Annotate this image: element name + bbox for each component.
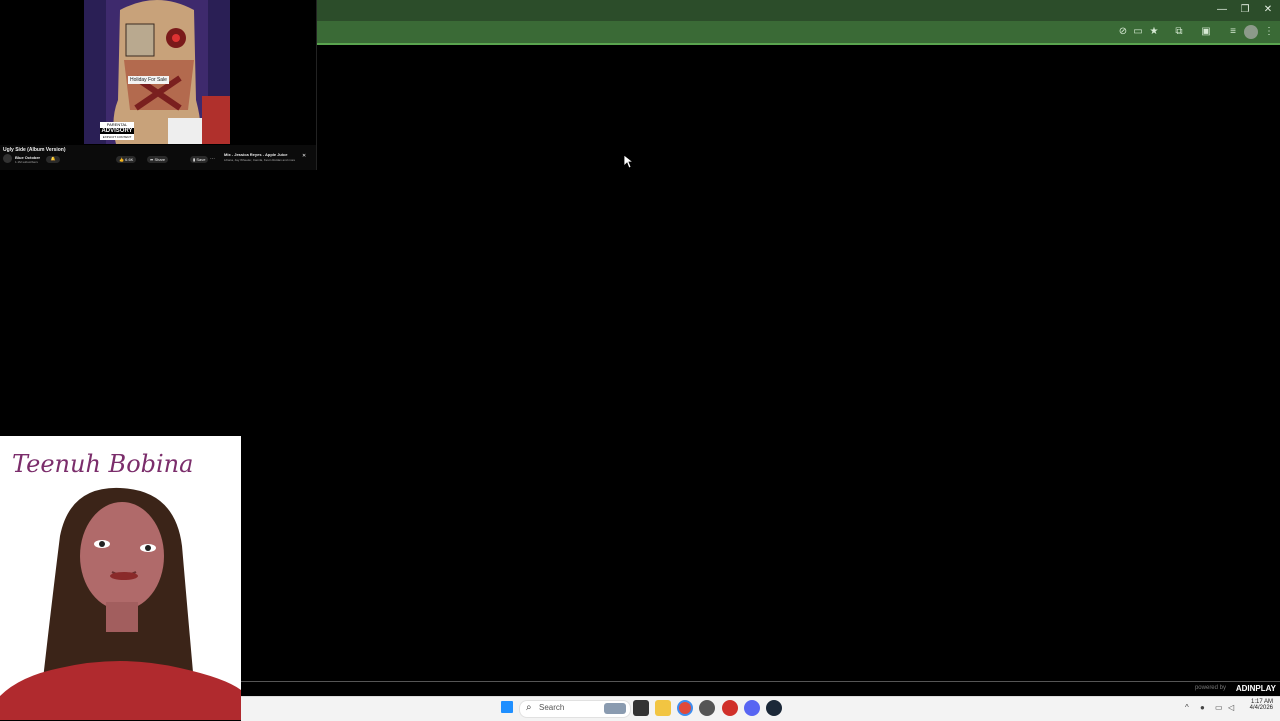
search-highlight-image bbox=[604, 703, 626, 714]
ad-strip: powered by ADINPLAY bbox=[241, 681, 1280, 697]
player-info-bar: Ugly Side (Album Version) Blue October 1… bbox=[0, 145, 316, 170]
parental-advisory-label: PARENTAL ADVISORY EXPLICIT CONTENT bbox=[100, 122, 134, 140]
ad-powered-label: powered by bbox=[1194, 685, 1226, 691]
mini-player: Holiday For Sale PARENTAL ADVISORY EXPLI… bbox=[0, 0, 317, 170]
webcam-overlay: Teenuh Bobina bbox=[0, 436, 241, 720]
share-button[interactable]: ➦ Share bbox=[147, 156, 169, 163]
menu-kebab-icon[interactable]: ⋮ bbox=[1262, 25, 1276, 39]
song-title[interactable]: Ugly Side (Album Version) bbox=[3, 147, 66, 153]
like-button[interactable]: 👍 6.6K bbox=[116, 156, 137, 163]
taskbar-search-box[interactable]: ⌕ Search bbox=[519, 700, 631, 718]
up-next-subtitle: Lihana, Jay Wheeler, Camila, Kevin Rolda… bbox=[224, 158, 296, 162]
bookmark-star-icon[interactable]: ★ bbox=[1147, 25, 1161, 39]
channel-avatar[interactable] bbox=[3, 154, 12, 163]
restore-icon[interactable]: ❐ bbox=[1234, 3, 1256, 17]
bookmark-icon: ▮ bbox=[193, 157, 196, 162]
close-icon[interactable]: ✕ bbox=[1257, 3, 1279, 17]
steam-icon[interactable] bbox=[766, 700, 782, 716]
taskbar-clock[interactable]: 1:17 AM 4/4/2026 bbox=[1243, 699, 1273, 711]
chrome-icon[interactable] bbox=[677, 700, 693, 716]
minimize-icon[interactable]: — bbox=[1211, 3, 1233, 17]
up-next-title[interactable]: Mix - Jessica Reyes - Apple Juice bbox=[224, 152, 287, 157]
cast-icon[interactable]: ▭ bbox=[1131, 25, 1145, 39]
clock-date: 4/4/2026 bbox=[1249, 705, 1273, 711]
taskbar bbox=[241, 696, 1280, 721]
extensions-icon[interactable]: ⧉ bbox=[1172, 25, 1186, 39]
picture-in-picture-icon[interactable]: ▣ bbox=[1199, 25, 1213, 39]
album-sticker: Holiday For Sale bbox=[128, 76, 169, 84]
close-queue-icon[interactable]: ✕ bbox=[302, 153, 306, 159]
camera-off-icon[interactable]: ⊘ bbox=[1116, 25, 1130, 39]
thumbs-up-icon: 👍 bbox=[119, 157, 124, 162]
volume-icon[interactable]: ◁ bbox=[1228, 703, 1234, 712]
mouse-cursor-icon bbox=[624, 155, 634, 169]
album-art[interactable]: Holiday For Sale PARENTAL ADVISORY EXPLI… bbox=[84, 0, 230, 144]
share-icon: ➦ bbox=[150, 157, 154, 162]
tray-chevron-icon[interactable]: ^ bbox=[1185, 703, 1189, 712]
more-options-icon[interactable]: ⋯ bbox=[210, 156, 215, 162]
browser-titlebar: — ❐ ✕ bbox=[317, 0, 1280, 21]
discord-icon[interactable] bbox=[744, 700, 760, 716]
task-view-icon[interactable] bbox=[633, 700, 649, 716]
start-windows-icon[interactable] bbox=[501, 701, 513, 713]
notification-bell-icon[interactable]: 🔔 bbox=[46, 156, 60, 163]
ad-brand[interactable]: ADINPLAY bbox=[1236, 684, 1276, 693]
portrait-drawing bbox=[0, 487, 241, 720]
file-explorer-icon[interactable] bbox=[655, 700, 671, 716]
github-icon[interactable] bbox=[699, 700, 715, 716]
microphone-icon[interactable]: ● bbox=[1200, 703, 1205, 712]
roblox-icon[interactable] bbox=[722, 700, 738, 716]
streamer-name: Teenuh Bobina bbox=[12, 450, 194, 478]
search-icon: ⌕ bbox=[526, 702, 532, 713]
save-button[interactable]: ▮ Save bbox=[190, 156, 209, 163]
search-placeholder: Search bbox=[539, 703, 565, 712]
subscriber-count: 1.1M subscribers bbox=[15, 160, 38, 164]
network-icon[interactable]: ▭ bbox=[1215, 703, 1223, 712]
media-control-icon[interactable]: ≡ bbox=[1226, 25, 1240, 39]
profile-avatar-icon[interactable] bbox=[1244, 25, 1258, 39]
